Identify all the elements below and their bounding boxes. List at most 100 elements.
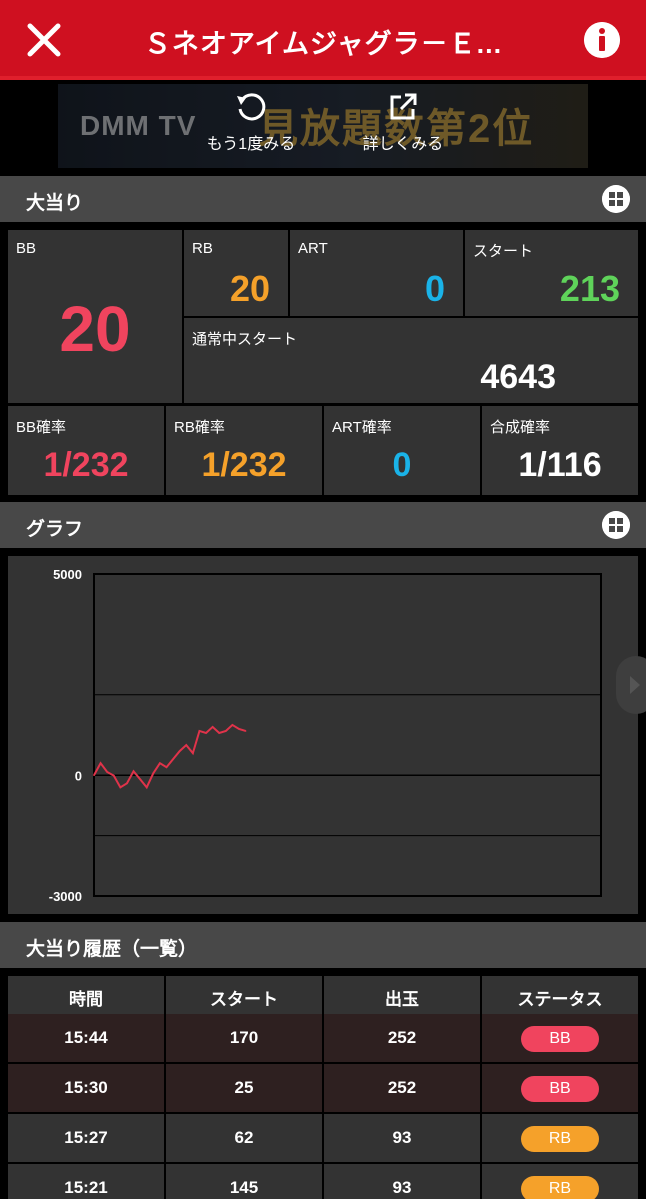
data-point — [238, 728, 240, 730]
data-point — [231, 724, 234, 726]
ad-detail-label: 詳しくみる — [362, 136, 444, 153]
data-point — [159, 762, 161, 764]
plot-frame — [93, 573, 602, 897]
data-point — [218, 732, 221, 734]
total-rate-label: 合成確率 — [490, 419, 551, 436]
ad-replay-label: もう1度みる — [206, 136, 296, 153]
rb-count-cell: RB 20 — [184, 230, 288, 316]
row-start: 62 — [166, 1114, 322, 1162]
rb-rate-value: 1/232 — [201, 446, 287, 484]
total-rate-cell: 合成確率 1/116 — [482, 406, 638, 495]
payout-line — [93, 723, 246, 790]
art-label: ART — [298, 240, 328, 257]
row-status: BB — [482, 1064, 638, 1112]
row-start: 25 — [166, 1064, 322, 1112]
bb-rate-value: 1/232 — [43, 446, 129, 484]
close-icon[interactable] — [22, 18, 66, 62]
grid-icon[interactable] — [602, 185, 630, 213]
section-hits-title: 大当り — [26, 193, 84, 214]
rb-rate-label: RB確率 — [174, 419, 225, 436]
row-time: 15:27 — [8, 1114, 164, 1162]
art-rate-label: ART確率 — [332, 419, 392, 436]
status-badge: RB — [521, 1125, 599, 1152]
ad-overlay — [58, 84, 588, 168]
data-point — [185, 744, 188, 746]
rb-rate-cell: RB確率 1/232 — [166, 406, 322, 495]
data-point — [192, 752, 194, 754]
data-point — [145, 786, 148, 789]
bb-count-cell: BB 20 — [8, 230, 182, 403]
y-tick-label: -3000 — [49, 889, 82, 904]
page-title: Ｓネオアイムジャグラ－Ｅ... — [143, 29, 503, 59]
start-value: 213 — [559, 268, 620, 309]
bb-rate-label: BB確率 — [16, 419, 67, 436]
row-time: 15:30 — [8, 1064, 164, 1112]
section-history-header: 大当り履歴（一覧） — [0, 922, 646, 968]
external-link-icon — [390, 93, 417, 120]
replay-icon — [237, 93, 266, 121]
y-tick-label: 0 — [75, 768, 82, 783]
info-icon[interactable] — [584, 22, 620, 58]
app-header: Ｓネオアイムジャグラ－Ｅ... — [0, 0, 646, 80]
bb-value: 20 — [59, 293, 131, 365]
start-label: スタート — [473, 243, 534, 260]
row-payout: 93 — [324, 1114, 480, 1162]
row-payout: 252 — [324, 1064, 480, 1112]
data-point — [99, 762, 102, 764]
section-hits-header: 大当り — [0, 176, 646, 222]
row-status: BB — [482, 1014, 638, 1062]
status-badge: RB — [521, 1175, 599, 1199]
data-point — [152, 772, 155, 775]
start-count-cell: スタート 213 — [465, 230, 638, 316]
row-start: 145 — [166, 1164, 322, 1199]
data-point — [106, 771, 108, 773]
data-point — [198, 730, 201, 732]
total-rate-value: 1/116 — [518, 446, 602, 484]
data-point — [132, 770, 135, 773]
section-history-title: 大当り履歴（一覧） — [26, 939, 198, 960]
rb-value: 20 — [229, 268, 270, 309]
normal-start-value: 4643 — [480, 358, 556, 396]
data-point — [93, 774, 95, 777]
status-badge: BB — [521, 1075, 599, 1102]
data-point — [205, 732, 207, 734]
data-point — [119, 786, 122, 789]
data-point — [165, 766, 168, 768]
bb-label: BB — [16, 240, 37, 257]
hit-stats-panel: BB 20 RB 20 ART 0 スタート 213 通常中スタート 4643 … — [8, 230, 638, 495]
data-point — [126, 782, 128, 785]
art-rate-cell: ART確率 0 — [324, 406, 480, 495]
table-row[interactable]: 15:30 25 252 BB — [8, 1064, 638, 1112]
data-point — [139, 778, 141, 781]
graph-panel: 5000 0 -3000 — [8, 556, 638, 914]
ad-banner[interactable]: DMM TV 見放題数第2位 もう1度みる 詳しくみる — [58, 84, 588, 168]
grid-icon[interactable] — [602, 511, 630, 539]
data-point — [244, 730, 247, 732]
y-tick-label: 5000 — [53, 567, 82, 582]
row-start: 170 — [166, 1014, 322, 1062]
graph-scroll-handle[interactable] — [616, 656, 646, 714]
data-point — [178, 750, 181, 752]
art-rate-value: 0 — [392, 446, 412, 484]
bb-rate-cell: BB確率 1/232 — [8, 406, 164, 495]
row-status: RB — [482, 1164, 638, 1199]
section-graph-header: グラフ — [0, 502, 646, 548]
normal-start-cell: 通常中スタート 4643 — [184, 318, 638, 403]
table-row[interactable]: 15:21 145 93 RB — [8, 1164, 638, 1199]
row-payout: 93 — [324, 1164, 480, 1199]
ad-replay-button[interactable]: もう1度みる — [196, 90, 306, 154]
data-point — [225, 730, 227, 732]
status-badge: BB — [521, 1025, 599, 1052]
data-point — [211, 726, 214, 728]
row-time: 15:44 — [8, 1014, 164, 1062]
rb-label: RB — [192, 240, 213, 257]
table-row[interactable]: 15:44 170 252 BB — [8, 1014, 638, 1062]
ad-detail-button[interactable]: 詳しくみる — [348, 90, 458, 154]
art-count-cell: ART 0 — [290, 230, 463, 316]
row-time: 15:21 — [8, 1164, 164, 1199]
table-row[interactable]: 15:27 62 93 RB — [8, 1114, 638, 1162]
data-point — [172, 758, 174, 760]
data-point — [112, 774, 115, 777]
normal-start-label: 通常中スタート — [192, 331, 298, 348]
section-graph-title: グラフ — [26, 519, 84, 540]
